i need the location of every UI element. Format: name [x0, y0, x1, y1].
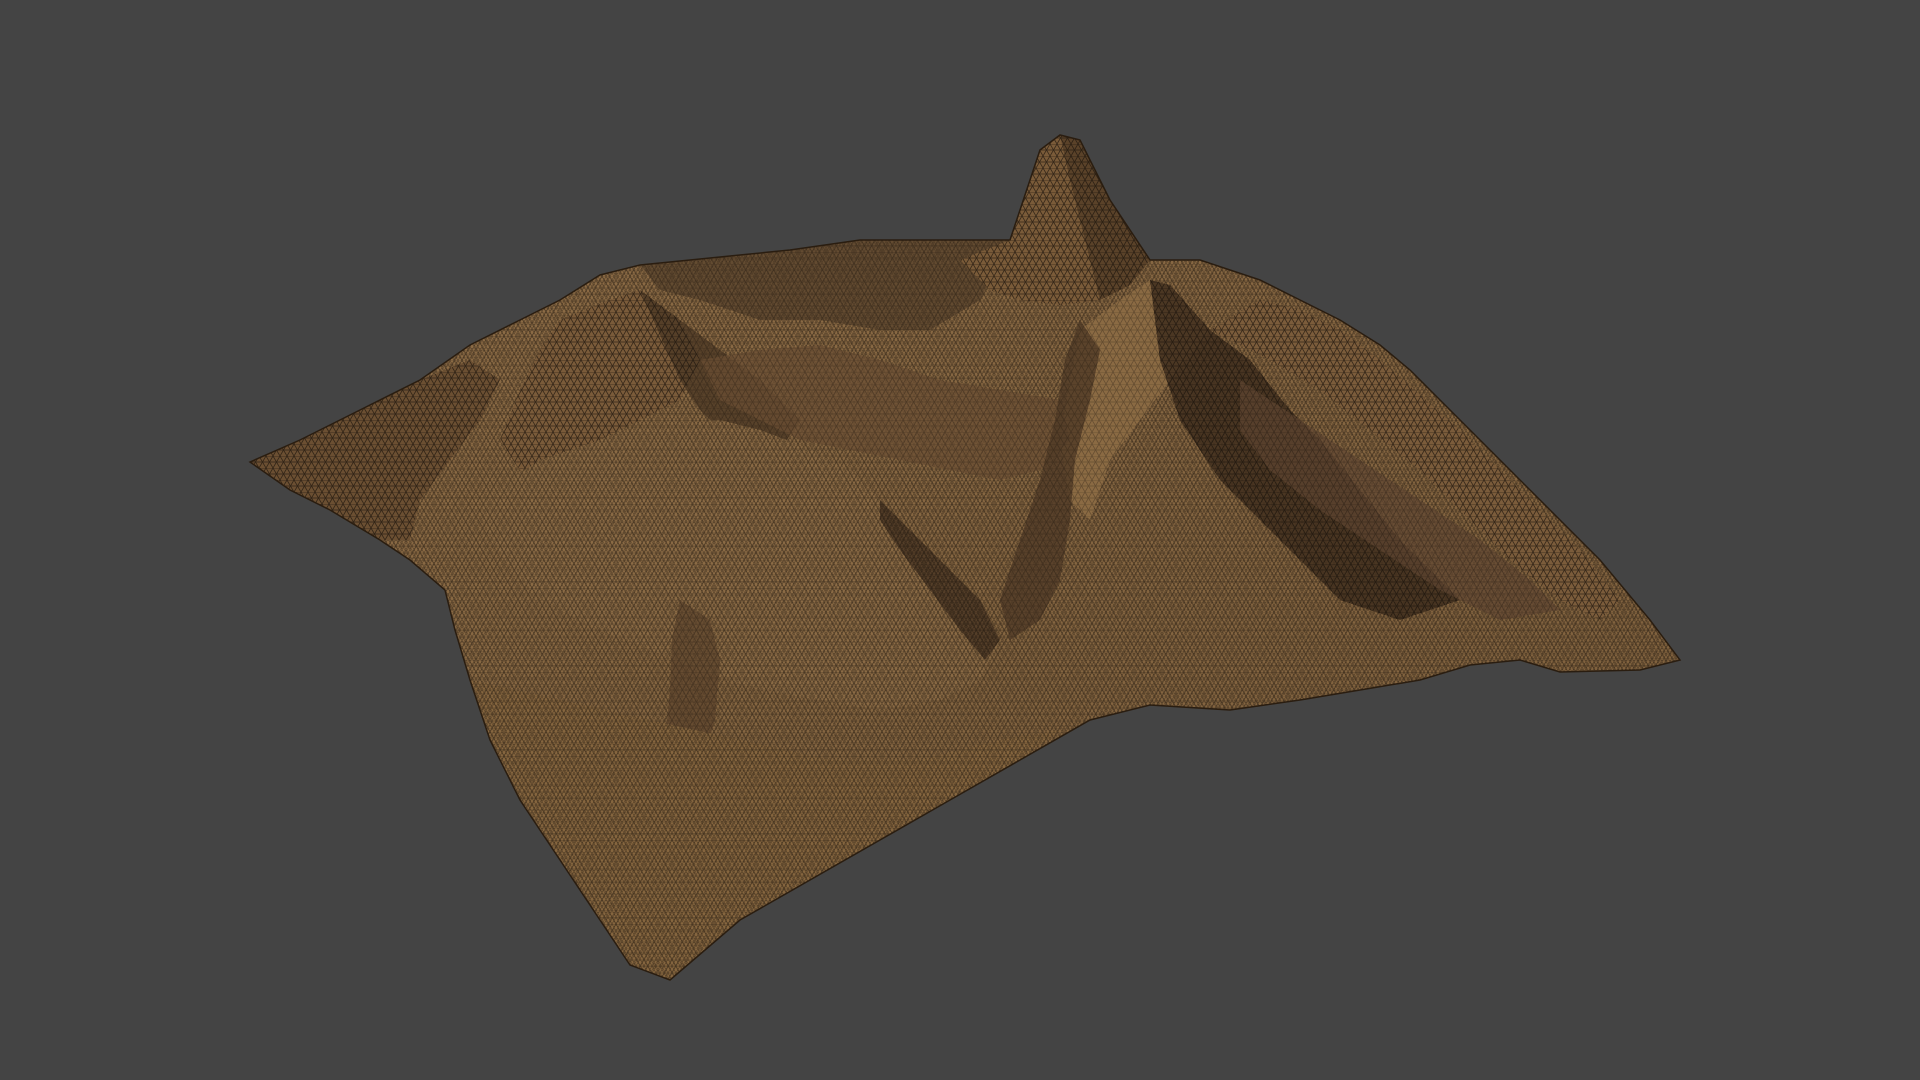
mesh-wire-overlay — [250, 135, 1680, 980]
3d-viewport[interactable] — [0, 0, 1920, 1080]
terrain-render — [248, 134, 1682, 981]
terrain-mesh — [248, 134, 1682, 981]
